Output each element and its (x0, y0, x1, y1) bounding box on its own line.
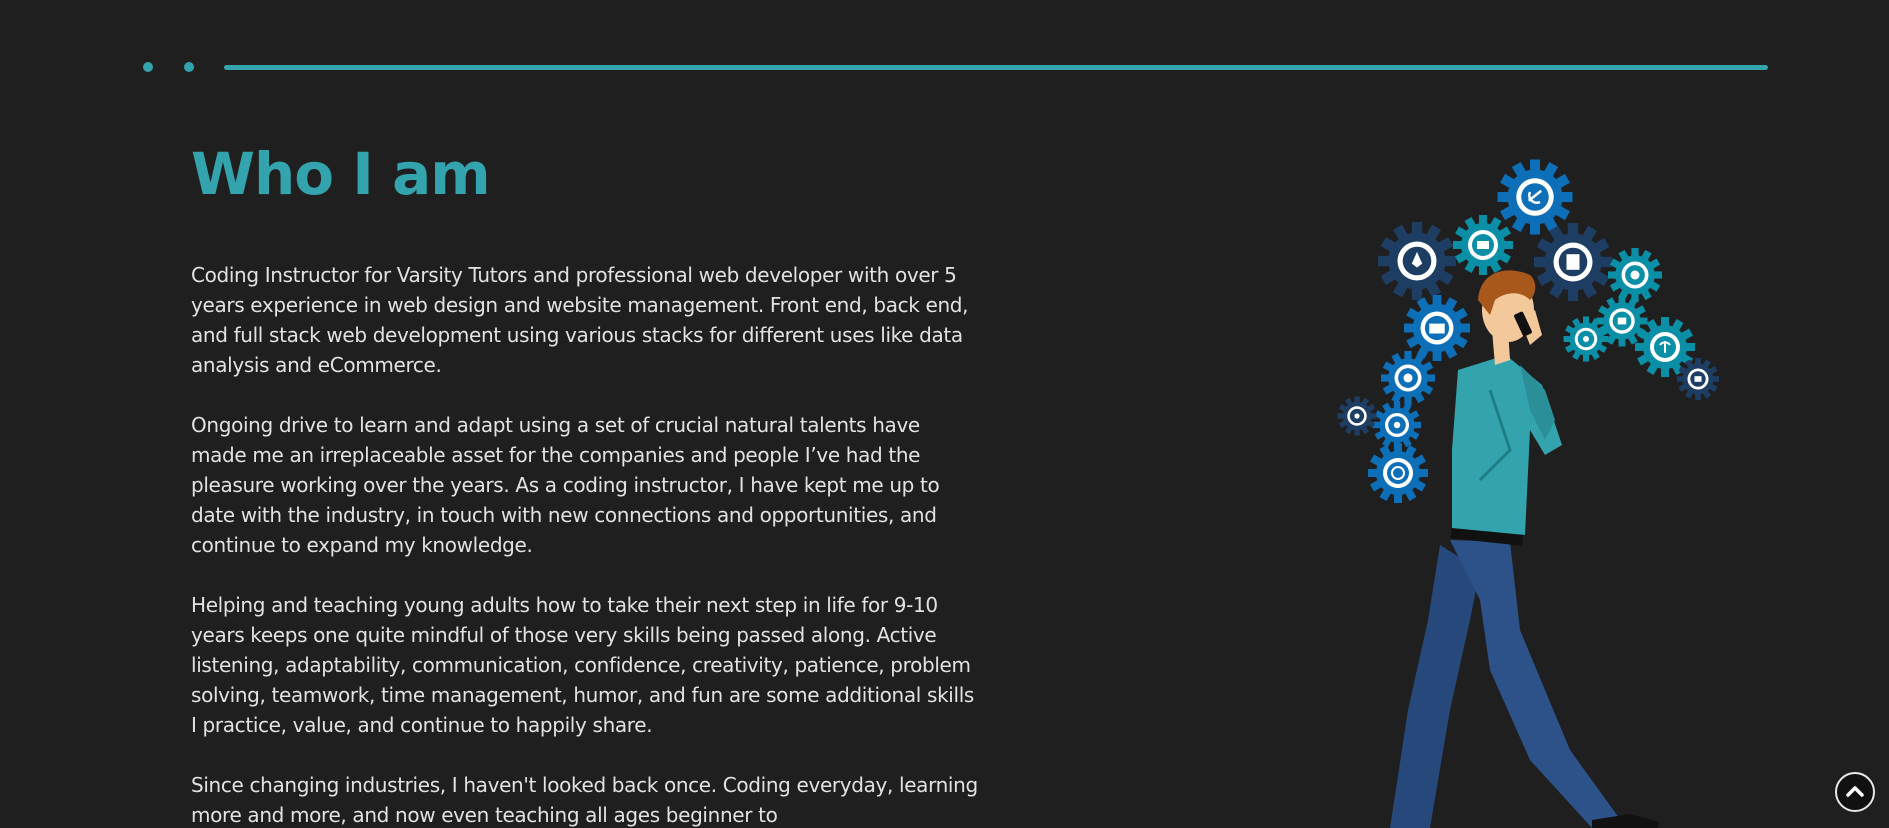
gear-icon (1381, 351, 1435, 405)
gear-icon (1378, 222, 1456, 300)
gear-icon (1404, 295, 1470, 361)
gear-icon (1453, 215, 1513, 275)
scroll-to-top-button[interactable] (1835, 772, 1875, 812)
divider-dot (184, 62, 194, 72)
section-title: Who I am (191, 140, 491, 208)
divider-line (224, 65, 1768, 70)
bio-paragraph: Since changing industries, I haven't loo… (191, 773, 978, 827)
gear-icon (1635, 317, 1695, 377)
gear-icon (1373, 401, 1421, 449)
gear-icon (1497, 159, 1573, 235)
about-section: Who I am Coding Instructor for Varsity T… (0, 0, 1889, 828)
man-figure (1390, 270, 1660, 828)
gear-icon (1337, 396, 1377, 436)
bio-text: Coding Instructor for Varsity Tutors and… (191, 260, 981, 828)
man-walking-phone-gears-illustration (1337, 159, 1719, 828)
gear-icon (1677, 358, 1719, 400)
bio-paragraph: Coding Instructor for Varsity Tutors and… (191, 263, 969, 377)
divider-dot (143, 62, 153, 72)
gear-icon (1368, 443, 1428, 503)
gear-icon (1608, 248, 1662, 302)
gear-icon (1534, 223, 1612, 301)
chevron-up-icon (1846, 786, 1864, 797)
bio-paragraph: Helping and teaching young adults how to… (191, 593, 974, 737)
bio-paragraph: Ongoing drive to learn and adapt using a… (191, 413, 940, 557)
